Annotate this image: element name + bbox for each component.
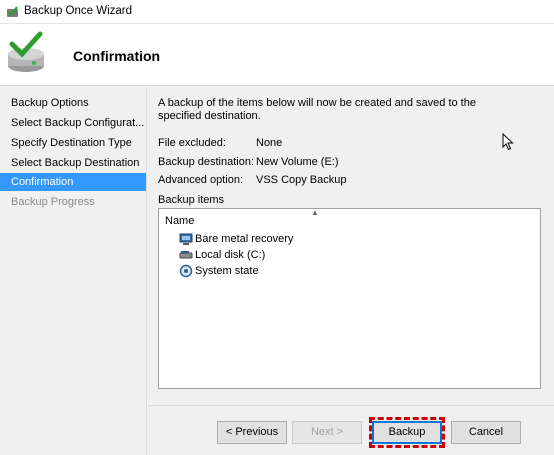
backup-button-highlight — [369, 417, 445, 448]
sort-ascending-icon: ▲ — [311, 208, 319, 217]
list-item[interactable]: System state — [179, 263, 259, 278]
footer-divider — [148, 405, 554, 406]
list-item[interactable]: Bare metal recovery — [179, 231, 293, 246]
title-bar: Backup Once Wizard — [0, 0, 554, 24]
step-confirmation[interactable]: Confirmation — [0, 173, 146, 191]
list-item[interactable]: Local disk (C:) — [179, 247, 265, 262]
step-select-backup-destination[interactable]: Select Backup Destination — [0, 154, 146, 172]
intro-text: A backup of the items below will now be … — [158, 97, 476, 122]
wizard-steps-sidebar: Backup Options Select Backup Configurat.… — [0, 87, 147, 455]
backup-destination-label: Backup destination: — [158, 156, 255, 168]
step-select-backup-configuration[interactable]: Select Backup Configurat... — [0, 114, 146, 132]
backup-items-label: Backup items — [158, 194, 225, 206]
previous-button[interactable]: < Previous — [217, 421, 287, 444]
system-state-icon — [179, 264, 193, 277]
item-label: System state — [195, 264, 259, 277]
item-label: Bare metal recovery — [195, 232, 294, 245]
bare-metal-recovery-icon — [179, 233, 193, 245]
file-excluded-label: File excluded: — [158, 137, 226, 149]
window-title: Backup Once Wizard — [24, 5, 133, 17]
column-header-name[interactable]: Name — [165, 215, 194, 227]
advanced-option-label: Advanced option: — [158, 174, 244, 186]
next-button: Next > — [292, 421, 362, 444]
backup-items-list[interactable]: ▲ Name Bare metal recovery Local disk (C… — [158, 208, 541, 389]
backup-wizard-icon — [8, 31, 44, 72]
file-excluded-value: None — [256, 137, 283, 149]
page-title: Confirmation — [73, 48, 161, 64]
backup-destination-value: New Volume (E:) — [256, 156, 339, 168]
step-specify-destination-type[interactable]: Specify Destination Type — [0, 134, 146, 152]
wizard-header: Confirmation — [0, 24, 554, 86]
step-backup-progress: Backup Progress — [11, 196, 95, 208]
item-label: Local disk (C:) — [195, 248, 266, 261]
disk-drive-icon — [179, 250, 193, 258]
step-backup-options[interactable]: Backup Options — [0, 94, 146, 112]
backup-app-icon — [7, 6, 18, 17]
confirmation-panel: A backup of the items below will now be … — [148, 87, 554, 405]
cancel-button[interactable]: Cancel — [451, 421, 521, 444]
advanced-option-value: VSS Copy Backup — [256, 174, 347, 186]
mouse-cursor-icon — [502, 133, 514, 151]
